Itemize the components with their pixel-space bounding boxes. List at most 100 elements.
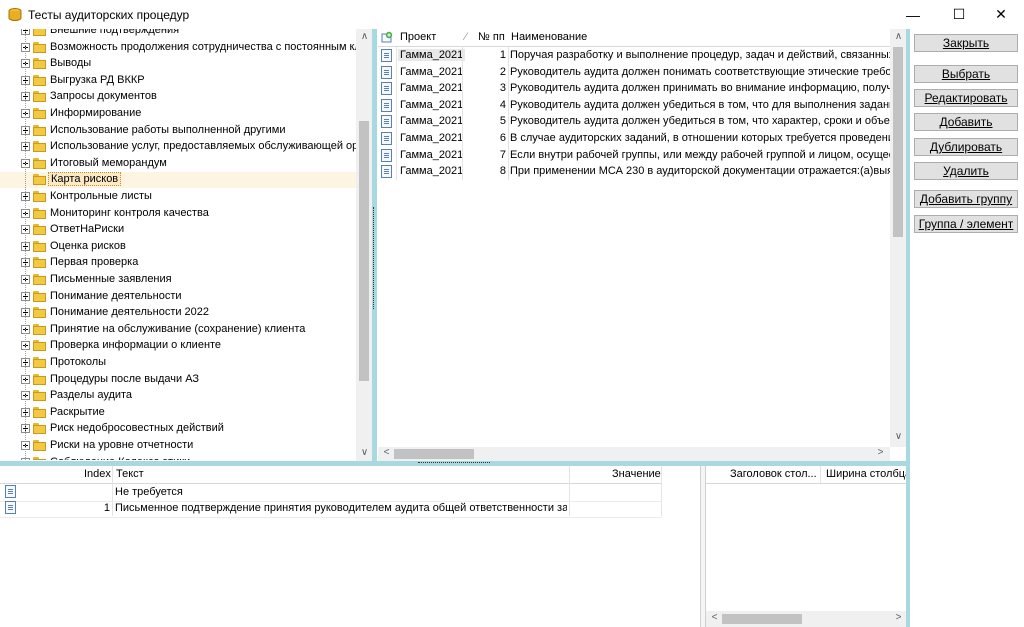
table-row[interactable]: Гамма_2021 8 При применении МСА 230 в ауди… [378, 163, 890, 181]
tree-item[interactable]: Раскрытие [0, 405, 356, 421]
cell-project[interactable]: Гамма_2021 [400, 82, 463, 94]
scroll-left-icon[interactable]: < [378, 447, 395, 458]
grid-add-icon[interactable] [381, 31, 393, 43]
tree-item[interactable]: Мониторинг контроля качества [0, 206, 356, 222]
column-header-number[interactable]: № пп [478, 31, 505, 43]
tree-item[interactable]: Внешние подтверждения [0, 29, 356, 39]
tree-item[interactable]: Карта рисков [0, 172, 356, 189]
grid-vertical-scrollbar[interactable]: ∧ ∨ [890, 29, 906, 447]
tree-item[interactable]: Оценка рисков [0, 239, 356, 255]
column-header-project[interactable]: Проект [400, 31, 436, 43]
edit-button[interactable]: Редактировать [914, 89, 1018, 107]
table-row[interactable]: Гамма_2021 7 Если внутри рабочей группы, и… [378, 146, 890, 164]
cell-number[interactable]: 2 [478, 66, 506, 78]
cell-index[interactable]: 1 [40, 502, 110, 514]
category-tree[interactable]: Внешние подтверждения Возможность продолж… [0, 29, 356, 460]
tree-item[interactable]: Возможность продолжения сотрудничества с… [0, 40, 356, 56]
column-header-caption[interactable]: Заголовок стол... [730, 468, 817, 480]
tree-item[interactable]: Выводы [0, 56, 356, 72]
cell-project[interactable]: Гамма_2021 [400, 115, 463, 127]
close-button[interactable]: Закрыть [914, 34, 1018, 52]
cell-number[interactable]: 7 [478, 149, 506, 161]
scroll-down-icon[interactable]: ∨ [890, 431, 907, 442]
scroll-left-icon[interactable]: < [706, 612, 723, 623]
tree-item[interactable]: Понимание деятельности [0, 289, 356, 305]
tree-item[interactable]: Разделы аудита [0, 388, 356, 404]
cell-project[interactable]: Гамма_2021 [400, 99, 463, 111]
cell-name[interactable]: Руководитель аудита должен убедиться в т… [510, 99, 890, 111]
scroll-up-icon[interactable]: ∧ [356, 31, 373, 42]
cell-name[interactable]: При применении МСА 230 в аудиторской док… [510, 165, 890, 177]
table-row[interactable]: Гамма_2021 5 Руководитель аудита должен уб… [378, 113, 890, 131]
tree-item[interactable]: Выгрузка РД ВККР [0, 73, 356, 89]
tree-item[interactable]: Процедуры после выдачи АЗ [0, 372, 356, 388]
columns-grid[interactable]: Заголовок стол... Ширина столбца < > [706, 466, 906, 627]
tree-item[interactable]: Риски на уровне отчетности [0, 438, 356, 454]
cell-number[interactable]: 1 [478, 49, 506, 61]
tree-item[interactable]: Протоколы [0, 355, 356, 371]
tree-item[interactable]: Соблюдение Кодекса этики [0, 455, 356, 460]
cell-number[interactable]: 4 [478, 99, 506, 111]
tree-item[interactable]: Информирование [0, 106, 356, 122]
cell-name[interactable]: Руководитель аудита должен принимать во … [510, 82, 890, 94]
table-row[interactable]: 1 Письменное подтверждение принятия руков… [0, 500, 662, 518]
cell-text[interactable]: Письменное подтверждение принятия руково… [115, 502, 567, 514]
column-header-index[interactable]: Index [84, 468, 111, 480]
vertical-splitter[interactable] [372, 29, 377, 462]
column-header-value[interactable]: Значение [612, 468, 661, 480]
table-row[interactable]: Гамма_2021 2 Руководитель аудита должен по… [378, 63, 890, 81]
tree-vertical-scrollbar[interactable]: ∧ ∨ [356, 29, 372, 461]
cell-number[interactable]: 3 [478, 82, 506, 94]
duplicate-button[interactable]: Дублировать [914, 138, 1018, 156]
table-row[interactable]: Гамма_2021 4 Руководитель аудита должен уб… [378, 96, 890, 114]
tree-scroll-thumb[interactable] [359, 121, 369, 381]
scroll-up-icon[interactable]: ∧ [890, 31, 907, 42]
cell-text[interactable]: Не требуется [115, 486, 567, 498]
maximize-button[interactable]: ☐ [936, 0, 982, 29]
cell-project[interactable]: Гамма_2021 [400, 149, 463, 161]
minimize-button[interactable]: — [890, 0, 936, 29]
cell-name[interactable]: Если внутри рабочей группы, или между ра… [510, 149, 890, 161]
tree-item[interactable]: Контрольные листы [0, 189, 356, 205]
select-button[interactable]: Выбрать [914, 65, 1018, 83]
add-button[interactable]: Добавить [914, 113, 1018, 131]
grid-scroll-thumb[interactable] [893, 47, 903, 237]
close-window-button[interactable]: ✕ [978, 0, 1024, 29]
cell-name[interactable]: Руководитель аудита должен убедиться в т… [510, 115, 890, 127]
scroll-right-icon[interactable]: > [872, 447, 889, 458]
table-row[interactable]: Гамма_2021 6 В случае аудиторских заданий,… [378, 130, 890, 147]
grid-horizontal-scrollbar[interactable]: < > [378, 447, 890, 461]
tree-item[interactable]: Запросы документов [0, 89, 356, 105]
column-header-text[interactable]: Текст [116, 468, 144, 480]
cell-name[interactable]: В случае аудиторских заданий, в отношени… [510, 132, 890, 144]
procedures-grid[interactable]: Проект ⁄ № пп Наименование Гамма_2021 1 По… [378, 29, 890, 447]
table-row[interactable]: Гамма_2021 1 Поручая разработку и выполнен… [378, 47, 890, 64]
grid-hscroll-thumb[interactable] [394, 449, 474, 459]
delete-button[interactable]: Удалить [914, 162, 1018, 180]
group-element-button[interactable]: Группа / элемент [914, 215, 1018, 233]
bottom-right-splitter[interactable] [906, 466, 910, 627]
column-header-name[interactable]: Наименование [511, 31, 587, 43]
columns-grid-hscrollbar[interactable]: < > [706, 611, 906, 627]
tree-item[interactable]: Понимание деятельности 2022 [0, 305, 356, 321]
tree-item[interactable]: Принятие на обслуживание (сохранение) кл… [0, 322, 356, 338]
cell-number[interactable]: 6 [478, 132, 506, 144]
table-row[interactable]: Гамма_2021 3 Руководитель аудита должен пр… [378, 80, 890, 98]
cell-project[interactable]: Гамма_2021 [400, 66, 463, 78]
tree-item[interactable]: Первая проверка [0, 255, 356, 271]
tree-item[interactable]: Использование услуг, предоставляемых обс… [0, 139, 356, 155]
add-group-button[interactable]: Добавить группу [914, 190, 1018, 208]
tree-item[interactable]: Проверка информации о клиенте [0, 338, 356, 354]
answers-grid[interactable]: Index Текст Значение Не требуется 1 Письме… [0, 466, 700, 627]
buttons-splitter[interactable] [906, 29, 910, 465]
scroll-down-icon[interactable]: ∨ [356, 447, 373, 458]
cell-project[interactable]: Гамма_2021 [400, 132, 463, 144]
cell-project[interactable]: Гамма_2021 [400, 165, 463, 177]
cell-name[interactable]: Руководитель аудита должен понимать соот… [510, 66, 890, 78]
tree-item[interactable]: Использование работы выполненной другими [0, 123, 356, 139]
cell-project[interactable]: Гамма_2021 [398, 49, 466, 61]
cell-name[interactable]: Поручая разработку и выполнение процедур… [510, 49, 890, 61]
cell-number[interactable]: 8 [478, 165, 506, 177]
columns-hscroll-thumb[interactable] [722, 614, 802, 624]
tree-item[interactable]: ОтветНаРиски [0, 222, 356, 238]
